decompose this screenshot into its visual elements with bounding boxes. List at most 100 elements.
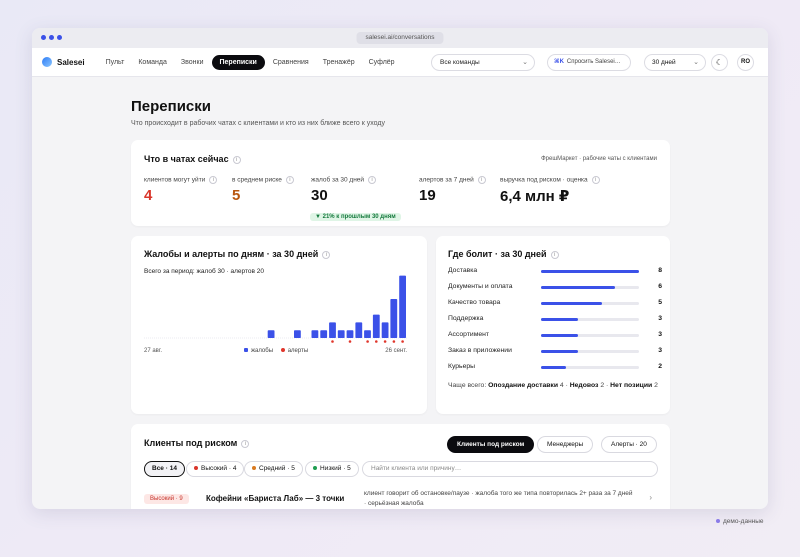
pain-row[interactable]: Курьеры 2	[448, 363, 662, 373]
theme-toggle-button[interactable]: ☾	[711, 54, 728, 71]
ask-salesei-button[interactable]: ⌘K Спросить Salesei…	[547, 54, 631, 71]
complaint-bar[interactable]	[381, 322, 389, 338]
client-search-placeholder: Найти клиента или причину…	[371, 465, 462, 472]
legend-alerts-swatch	[280, 348, 285, 353]
chevron-right-icon: ›	[649, 493, 652, 502]
risk-filter-label: Высокий · 4	[201, 465, 237, 472]
info-icon[interactable]: i	[241, 439, 250, 448]
moon-icon: ☾	[715, 58, 724, 67]
demo-data-note: демо-данные	[716, 518, 764, 525]
chart-legend: жалобы алерты	[244, 348, 308, 354]
alert-dot[interactable]	[401, 340, 404, 343]
pain-row-label: Доставка	[448, 267, 478, 274]
pain-row-count: 3	[658, 331, 662, 338]
alert-dot[interactable]	[383, 340, 387, 343]
address-bar[interactable]: salesei.ai/conversations	[356, 32, 444, 44]
risk-filter-label: Низкий · 5	[320, 465, 351, 472]
pain-points-title: Где болит · за 30 дней i	[448, 249, 559, 259]
pain-bar-fill	[541, 334, 578, 337]
pain-row-label: Документы и оплата	[448, 283, 513, 290]
frequent-item-name: Нет позиции	[610, 382, 653, 389]
maximize-window-dot[interactable]	[57, 35, 62, 40]
complaint-bar[interactable]	[267, 330, 275, 338]
alert-dot[interactable]	[375, 340, 378, 343]
complaint-bar[interactable]	[390, 299, 398, 338]
kpi-3: алертов за 7 дней i 19	[419, 176, 486, 204]
client-name: Кофейни «Бариста Лаб» — 3 точки	[206, 494, 345, 503]
kpi-label-text: клиентов могут уйти	[144, 176, 206, 184]
alert-dot[interactable]	[366, 340, 369, 343]
most-frequent-label: Чаще всего:	[448, 382, 489, 389]
info-icon[interactable]: i	[232, 155, 241, 164]
pain-row[interactable]: Ассортимент 3	[448, 331, 662, 341]
tab-0[interactable]: Клиенты под риском	[447, 436, 535, 453]
ask-salesei-label: Спросить Salesei…	[566, 59, 621, 65]
tab-1[interactable]: Менеджеры	[537, 436, 594, 453]
risk-filter-1[interactable]: Высокий · 4	[186, 461, 245, 477]
info-icon[interactable]: i	[209, 176, 218, 184]
alert-dot[interactable]	[348, 340, 352, 343]
pain-row[interactable]: Заказ в приложении 3	[448, 347, 662, 357]
pain-row[interactable]: Документы и оплата 6	[448, 283, 662, 293]
close-window-dot[interactable]	[41, 35, 46, 40]
client-row[interactable]: Высокий · 9 Кофейни «Бариста Лаб» — 3 точ…	[131, 488, 670, 509]
tab-2[interactable]: Алерты · 20	[601, 436, 657, 453]
pain-row-count: 2	[658, 363, 662, 370]
period-select[interactable]: 30 дней ⌄	[644, 54, 706, 71]
pain-bar-fill	[541, 302, 603, 305]
nav-item-1[interactable]: Команда	[132, 55, 173, 70]
complaint-bar[interactable]	[329, 322, 336, 338]
complaint-bar[interactable]	[372, 314, 380, 338]
pain-bar-track	[541, 270, 639, 273]
kpi-label-text: в среднем риске	[232, 176, 282, 184]
risk-filter-3[interactable]: Низкий · 5	[305, 461, 359, 477]
pain-row[interactable]: Доставка 8	[448, 267, 662, 277]
info-icon[interactable]: i	[368, 176, 377, 184]
risk-filter-0[interactable]: Все · 14	[144, 461, 185, 477]
team-select[interactable]: Все команды ⌄	[431, 54, 535, 71]
brand-logo[interactable]: Salesei	[42, 57, 85, 67]
info-icon[interactable]: i	[477, 176, 486, 184]
complaint-bar[interactable]	[355, 322, 363, 338]
complaint-bar[interactable]	[399, 275, 406, 338]
nav-item-2[interactable]: Звонки	[175, 55, 210, 70]
nav-item-4[interactable]: Сравнения	[267, 55, 315, 70]
summary-title-text: Что в чатах сейчас	[144, 154, 229, 164]
nav-item-6[interactable]: Суфлёр	[363, 55, 401, 70]
alert-dot[interactable]	[331, 340, 334, 343]
complaint-bar[interactable]	[311, 330, 319, 338]
nav-item-3[interactable]: Переписки	[211, 54, 265, 70]
complaint-bar[interactable]	[320, 330, 328, 338]
client-search-input[interactable]: Найти клиента или причину…	[362, 461, 658, 477]
summary-card: Что в чатах сейчас i ФрешМаркет · рабочие…	[131, 140, 670, 226]
info-icon[interactable]: i	[285, 176, 294, 184]
user-avatar[interactable]: RO	[737, 54, 754, 71]
minimize-window-dot[interactable]	[49, 35, 54, 40]
info-icon[interactable]: i	[550, 250, 559, 259]
nav-item-0[interactable]: Пульт	[100, 55, 131, 70]
risk-dot	[194, 466, 198, 471]
chevron-down-icon: ⌄	[693, 59, 699, 66]
legend-complaints: жалобы	[251, 348, 274, 354]
complaint-bar[interactable]	[337, 330, 345, 338]
info-icon[interactable]: i	[591, 176, 600, 184]
nav-item-5[interactable]: Тренажёр	[317, 55, 361, 70]
browser-titlebar: salesei.ai/conversations	[32, 28, 768, 48]
kpi-value: 30	[311, 187, 328, 204]
complaint-bar[interactable]	[364, 330, 371, 338]
alert-dot[interactable]	[392, 340, 396, 343]
risk-filter-2[interactable]: Средний · 5	[244, 461, 303, 477]
pain-points-title-text: Где болит · за 30 дней	[448, 249, 547, 259]
kpi-value: 5	[232, 187, 241, 204]
pain-row-count: 6	[658, 283, 662, 290]
browser-window: salesei.ai/conversations Salesei Пульт Ко…	[32, 28, 768, 509]
kpi-label-text: выручка под риском · оценка	[500, 176, 588, 184]
complaint-bar[interactable]	[294, 330, 301, 338]
pain-row-count: 5	[658, 299, 662, 306]
pain-row[interactable]: Поддержка 3	[448, 315, 662, 325]
pain-bar-fill	[541, 366, 566, 369]
complaint-bar[interactable]	[346, 330, 354, 338]
pain-row[interactable]: Качество товара 5	[448, 299, 662, 309]
kpi-label: в среднем риске i	[232, 176, 294, 184]
risk-dot	[252, 466, 256, 471]
